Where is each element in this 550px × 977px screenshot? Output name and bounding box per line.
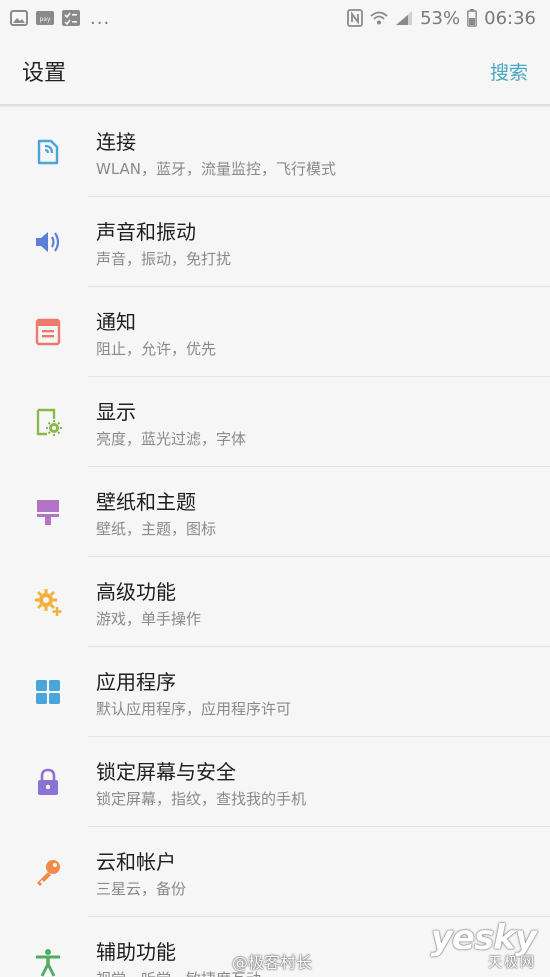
settings-item-cloud-accounts[interactable]: 云和帐户 三星云，备份 bbox=[0, 827, 550, 917]
pay-icon-label: pay bbox=[39, 16, 50, 23]
advanced-features-icon bbox=[33, 587, 63, 617]
settings-item-display[interactable]: 显示 亮度，蓝光过滤，字体 bbox=[0, 377, 550, 467]
battery-icon bbox=[467, 9, 478, 27]
settings-item-title: 壁纸和主题 bbox=[96, 490, 196, 514]
clock: 06:36 bbox=[484, 7, 536, 29]
notifications-icon bbox=[33, 317, 63, 347]
settings-item-advanced-features[interactable]: 高级功能 游戏，单手操作 bbox=[0, 557, 550, 647]
settings-item-subtitle: 游戏，单手操作 bbox=[96, 610, 202, 628]
settings-item-title: 声音和振动 bbox=[96, 220, 196, 244]
page-title: 设置 bbox=[22, 61, 67, 86]
status-bar: pay ... 53% 06:36 bbox=[0, 0, 550, 36]
settings-item-apps[interactable]: 应用程序 默认应用程序，应用程序许可 bbox=[0, 647, 550, 737]
settings-item-title: 显示 bbox=[96, 400, 136, 424]
settings-item-subtitle: 亮度，蓝光过滤，字体 bbox=[96, 430, 247, 448]
display-icon bbox=[33, 407, 63, 437]
settings-item-title: 通知 bbox=[96, 310, 136, 334]
settings-item-subtitle: 默认应用程序，应用程序许可 bbox=[96, 700, 292, 718]
settings-item-subtitle: 声音，振动，免打扰 bbox=[96, 250, 232, 268]
apps-icon bbox=[33, 677, 63, 707]
nfc-icon bbox=[347, 9, 364, 27]
accessibility-icon bbox=[33, 947, 63, 977]
settings-item-sound[interactable]: 声音和振动 声音，振动，免打扰 bbox=[0, 197, 550, 287]
yesky-watermark: yesky 天极网 bbox=[430, 918, 537, 971]
settings-item-notifications[interactable]: 通知 阻止，允许，优先 bbox=[0, 287, 550, 377]
key-icon bbox=[33, 857, 63, 887]
settings-item-connections[interactable]: 连接 WLAN，蓝牙，流量监控，飞行模式 bbox=[0, 107, 550, 197]
settings-item-title: 应用程序 bbox=[96, 670, 176, 694]
search-button[interactable]: 搜索 bbox=[490, 58, 528, 85]
settings-item-title: 连接 bbox=[96, 130, 136, 154]
settings-item-title: 锁定屏幕与安全 bbox=[96, 760, 236, 784]
battery-percent: 53% bbox=[420, 7, 461, 29]
settings-item-title: 云和帐户 bbox=[96, 850, 176, 874]
watermark-logo: yesky bbox=[430, 918, 537, 958]
wifi-icon bbox=[370, 10, 388, 26]
settings-list: 连接 WLAN，蓝牙，流量监控，飞行模式 声音和振动 声音，振动，免打扰 通知 … bbox=[0, 107, 550, 977]
sound-icon bbox=[33, 227, 63, 257]
settings-item-subtitle: 阻止，允许，优先 bbox=[96, 340, 217, 358]
more-notifications: ... bbox=[90, 7, 111, 29]
lock-icon bbox=[33, 767, 63, 797]
settings-item-subtitle: WLAN，蓝牙，流量监控，飞行模式 bbox=[96, 160, 337, 178]
settings-item-lock-screen[interactable]: 锁定屏幕与安全 锁定屏幕，指纹，查找我的手机 bbox=[0, 737, 550, 827]
weibo-watermark: @极客村长 bbox=[232, 953, 313, 972]
gallery-icon bbox=[10, 10, 28, 26]
settings-item-title: 高级功能 bbox=[96, 580, 176, 604]
checklist-icon bbox=[62, 10, 80, 26]
settings-item-subtitle: 壁纸，主题，图标 bbox=[96, 520, 217, 538]
connections-icon bbox=[33, 137, 63, 167]
settings-item-subtitle: 三星云，备份 bbox=[96, 880, 187, 898]
app-bar: 设置 搜索 bbox=[0, 36, 550, 106]
settings-item-wallpaper[interactable]: 壁纸和主题 壁纸，主题，图标 bbox=[0, 467, 550, 557]
settings-item-subtitle: 锁定屏幕，指纹，查找我的手机 bbox=[96, 790, 307, 808]
wallpaper-icon bbox=[33, 497, 63, 527]
pay-icon: pay bbox=[36, 10, 54, 26]
signal-icon bbox=[395, 10, 413, 26]
